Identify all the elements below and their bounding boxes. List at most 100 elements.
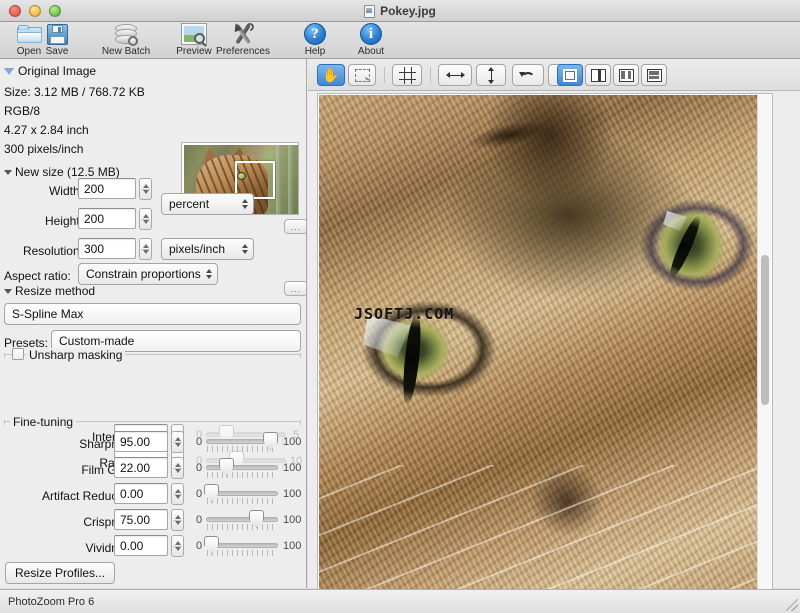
chevron-updown-icon — [206, 269, 212, 279]
hand-icon: ✋ — [322, 68, 339, 82]
film-grain-stepper[interactable] — [171, 457, 184, 479]
original-image-section-header[interactable]: Original Image — [4, 64, 96, 78]
sharpness-input[interactable]: 95.00 — [114, 431, 168, 452]
artifact-reduction-stepper[interactable] — [171, 483, 184, 505]
title-bar: Pokey.jpg — [0, 0, 800, 22]
image-preview[interactable]: JSOFTJ.COM — [319, 95, 771, 590]
disclosure-triangle-icon — [4, 289, 12, 294]
close-button[interactable] — [9, 5, 21, 17]
aspect-ratio-value: Constrain proportions — [86, 267, 201, 281]
zoom-button[interactable] — [49, 5, 61, 17]
fine-tuning-label: Fine-tuning — [10, 415, 76, 429]
sharpness-stepper[interactable] — [171, 431, 184, 453]
save-button[interactable]: Save — [28, 22, 86, 59]
resolution-unit-dropdown[interactable]: pixels/inch — [161, 238, 254, 260]
marquee-select-tool-button[interactable] — [348, 64, 376, 86]
resolution-input[interactable]: 300 — [78, 238, 136, 259]
artifact-reduction-slider-ticks — [207, 498, 277, 504]
crispness-input[interactable]: 75.00 — [114, 509, 168, 530]
original-image-section-label: Original Image — [18, 64, 96, 78]
settings-panel: Original Image Size: 3.12 MB / 768.72 KB… — [0, 59, 307, 588]
vividness-input[interactable]: 0.00 — [114, 535, 168, 556]
width-input[interactable]: 200 — [78, 178, 136, 199]
film-grain-slider-track[interactable] — [206, 465, 278, 470]
resolution-label: Resolution: — [10, 244, 83, 258]
height-stepper[interactable] — [139, 208, 152, 230]
original-image-options-button[interactable]: ... — [284, 219, 307, 234]
disclosure-triangle-icon — [4, 170, 12, 175]
flip-horizontal-button[interactable] — [438, 64, 472, 86]
flip-vertical-button[interactable] — [476, 64, 506, 86]
view-single-button[interactable] — [557, 64, 583, 86]
width-stepper[interactable] — [139, 178, 152, 200]
resize-profiles-button[interactable]: Resize Profiles... — [5, 562, 115, 584]
status-bar: PhotoZoom Pro 6 — [0, 589, 800, 613]
crispness-slider-max: 100 — [283, 514, 301, 526]
crispness-stepper[interactable] — [171, 509, 184, 531]
rotate-ccw-button[interactable] — [512, 64, 544, 86]
toolbar-separator — [430, 67, 431, 83]
help-button-label: Help — [305, 46, 326, 57]
artifact-reduction-input[interactable]: 0.00 — [114, 483, 168, 504]
arrow-vertical-icon — [486, 67, 496, 84]
view-side-by-side-button[interactable] — [613, 64, 639, 86]
hand-tool-button[interactable]: ✋ — [317, 64, 345, 86]
new-batch-button[interactable]: New Batch — [94, 22, 158, 59]
chevron-updown-icon — [242, 244, 248, 254]
original-colormode-text: RGB/8 — [4, 104, 40, 118]
width-label: Width: — [10, 184, 83, 198]
crispness-slider-min: 0 — [196, 514, 202, 526]
unsharp-masking-checkbox[interactable] — [12, 348, 24, 360]
height-input[interactable]: 200 — [78, 208, 136, 229]
floppy-disk-icon — [47, 23, 68, 45]
view-split-horizontal-button[interactable] — [641, 64, 667, 86]
about-button-label: About — [358, 46, 384, 57]
about-glyph: i — [360, 23, 382, 45]
aspect-ratio-dropdown[interactable]: Constrain proportions — [78, 263, 218, 285]
resize-method-options-button[interactable]: ... — [284, 281, 307, 296]
view-single-icon — [563, 69, 577, 82]
preferences-button[interactable]: Preferences — [210, 22, 276, 59]
new-batch-button-label: New Batch — [102, 46, 150, 57]
about-button[interactable]: i About — [342, 22, 400, 59]
resolution-stepper[interactable] — [139, 238, 152, 260]
sharpness-slider-ticks — [207, 446, 277, 452]
help-glyph: ? — [304, 23, 326, 45]
preview-vertical-scroll-knob[interactable] — [761, 255, 769, 405]
view-side-by-side-icon — [619, 69, 634, 82]
crop-icon — [400, 68, 415, 83]
film-grain-slider-min: 0 — [196, 462, 202, 474]
view-split-vertical-button[interactable] — [585, 64, 611, 86]
crispness-slider-track[interactable] — [206, 517, 278, 522]
crispness-slider-ticks — [207, 524, 277, 530]
unsharp-masking-label: Unsharp masking — [26, 348, 125, 362]
original-dimensions-text: 4.27 x 2.84 inch — [4, 123, 89, 137]
preview-button-label: Preview — [176, 46, 212, 57]
preview-vertical-scrollbar[interactable] — [757, 95, 771, 590]
sharpness-slider-max: 100 — [283, 436, 301, 448]
minimize-button[interactable] — [29, 5, 41, 17]
resize-method-section-header[interactable]: Resize method — [4, 284, 95, 298]
chevron-updown-icon — [242, 199, 248, 209]
disclosure-triangle-icon — [4, 68, 14, 75]
rotate-counterclockwise-icon — [520, 69, 537, 82]
window-controls — [9, 5, 61, 17]
radius-slider-track[interactable] — [206, 458, 286, 463]
size-unit-value: percent — [169, 197, 209, 211]
arrow-horizontal-icon — [446, 70, 465, 80]
preview-frame: JSOFTJ.COM — [317, 93, 773, 613]
aspect-ratio-label: Aspect ratio: — [4, 269, 71, 283]
vividness-stepper[interactable] — [171, 535, 184, 557]
vividness-slider-min: 0 — [196, 540, 202, 552]
tools-icon — [231, 23, 255, 45]
film-grain-input[interactable]: 22.00 — [114, 457, 168, 478]
new-size-section-header[interactable]: New size (12.5 MB) — [4, 165, 120, 179]
presets-value: Custom-made — [59, 334, 134, 348]
view-split-horizontal-icon — [647, 69, 662, 82]
size-unit-dropdown[interactable]: percent — [161, 193, 254, 215]
crop-tool-button[interactable] — [392, 64, 422, 86]
help-button[interactable]: ? Help — [286, 22, 344, 59]
window-resize-grip[interactable] — [786, 599, 798, 611]
window-title: Pokey.jpg — [380, 4, 436, 18]
resize-method-dropdown[interactable]: S-Spline Max — [4, 303, 301, 325]
